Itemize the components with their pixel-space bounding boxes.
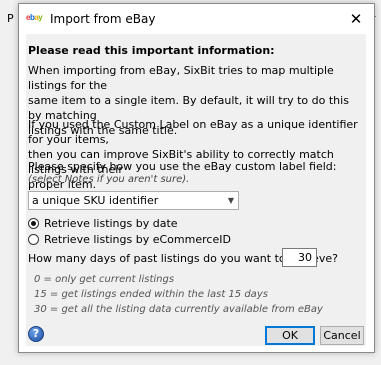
ebay-logo-icon: ebay [26, 13, 43, 22]
custom-label-prompt: Please specify how you use the eBay cust… [28, 160, 337, 173]
chevron-down-icon: ▼ [227, 196, 234, 205]
info-paragraph-1-line: When importing from eBay, SixBit tries t… [28, 64, 334, 92]
days-input[interactable]: 30 [282, 248, 317, 267]
legend-line: 0 = only get current listings [34, 274, 175, 285]
close-icon: ✕ [349, 9, 363, 28]
help-icon[interactable]: ? [28, 326, 44, 342]
close-button[interactable]: ✕ [339, 6, 373, 31]
parent-window-text-left: P [7, 12, 14, 25]
info-paragraph-2-line: If you used the Custom Label on eBay as … [28, 118, 358, 146]
radio-button-checked[interactable] [28, 218, 39, 229]
custom-label-select-value: a unique SKU identifier [32, 194, 159, 207]
radio-button[interactable] [28, 234, 39, 245]
custom-label-select[interactable]: a unique SKU identifier ▼ [28, 191, 239, 210]
dialog-titlebar: ebay Import from eBay ✕ [19, 4, 374, 33]
radio-label: Retrieve listings by eCommerceID [44, 233, 231, 246]
import-from-ebay-dialog: ebay Import from eBay ✕ Please read this… [18, 3, 375, 353]
cancel-button[interactable]: Cancel [320, 326, 364, 345]
info-heading: Please read this important information: [28, 44, 275, 57]
dialog-title: Import from eBay [50, 12, 156, 26]
dialog-body: Please read this important information: … [26, 34, 366, 346]
radio-retrieve-by-ecommerceid[interactable]: Retrieve listings by eCommerceID [28, 233, 231, 246]
radio-retrieve-by-date[interactable]: Retrieve listings by date [28, 217, 178, 230]
legend-line: 15 = get listings ended within the last … [34, 289, 268, 300]
ok-button[interactable]: OK [265, 326, 315, 345]
custom-label-note: (select Notes if you aren't sure). [28, 174, 190, 185]
legend-line: 30 = get all the listing data currently … [34, 304, 323, 315]
radio-label: Retrieve listings by date [44, 217, 178, 230]
